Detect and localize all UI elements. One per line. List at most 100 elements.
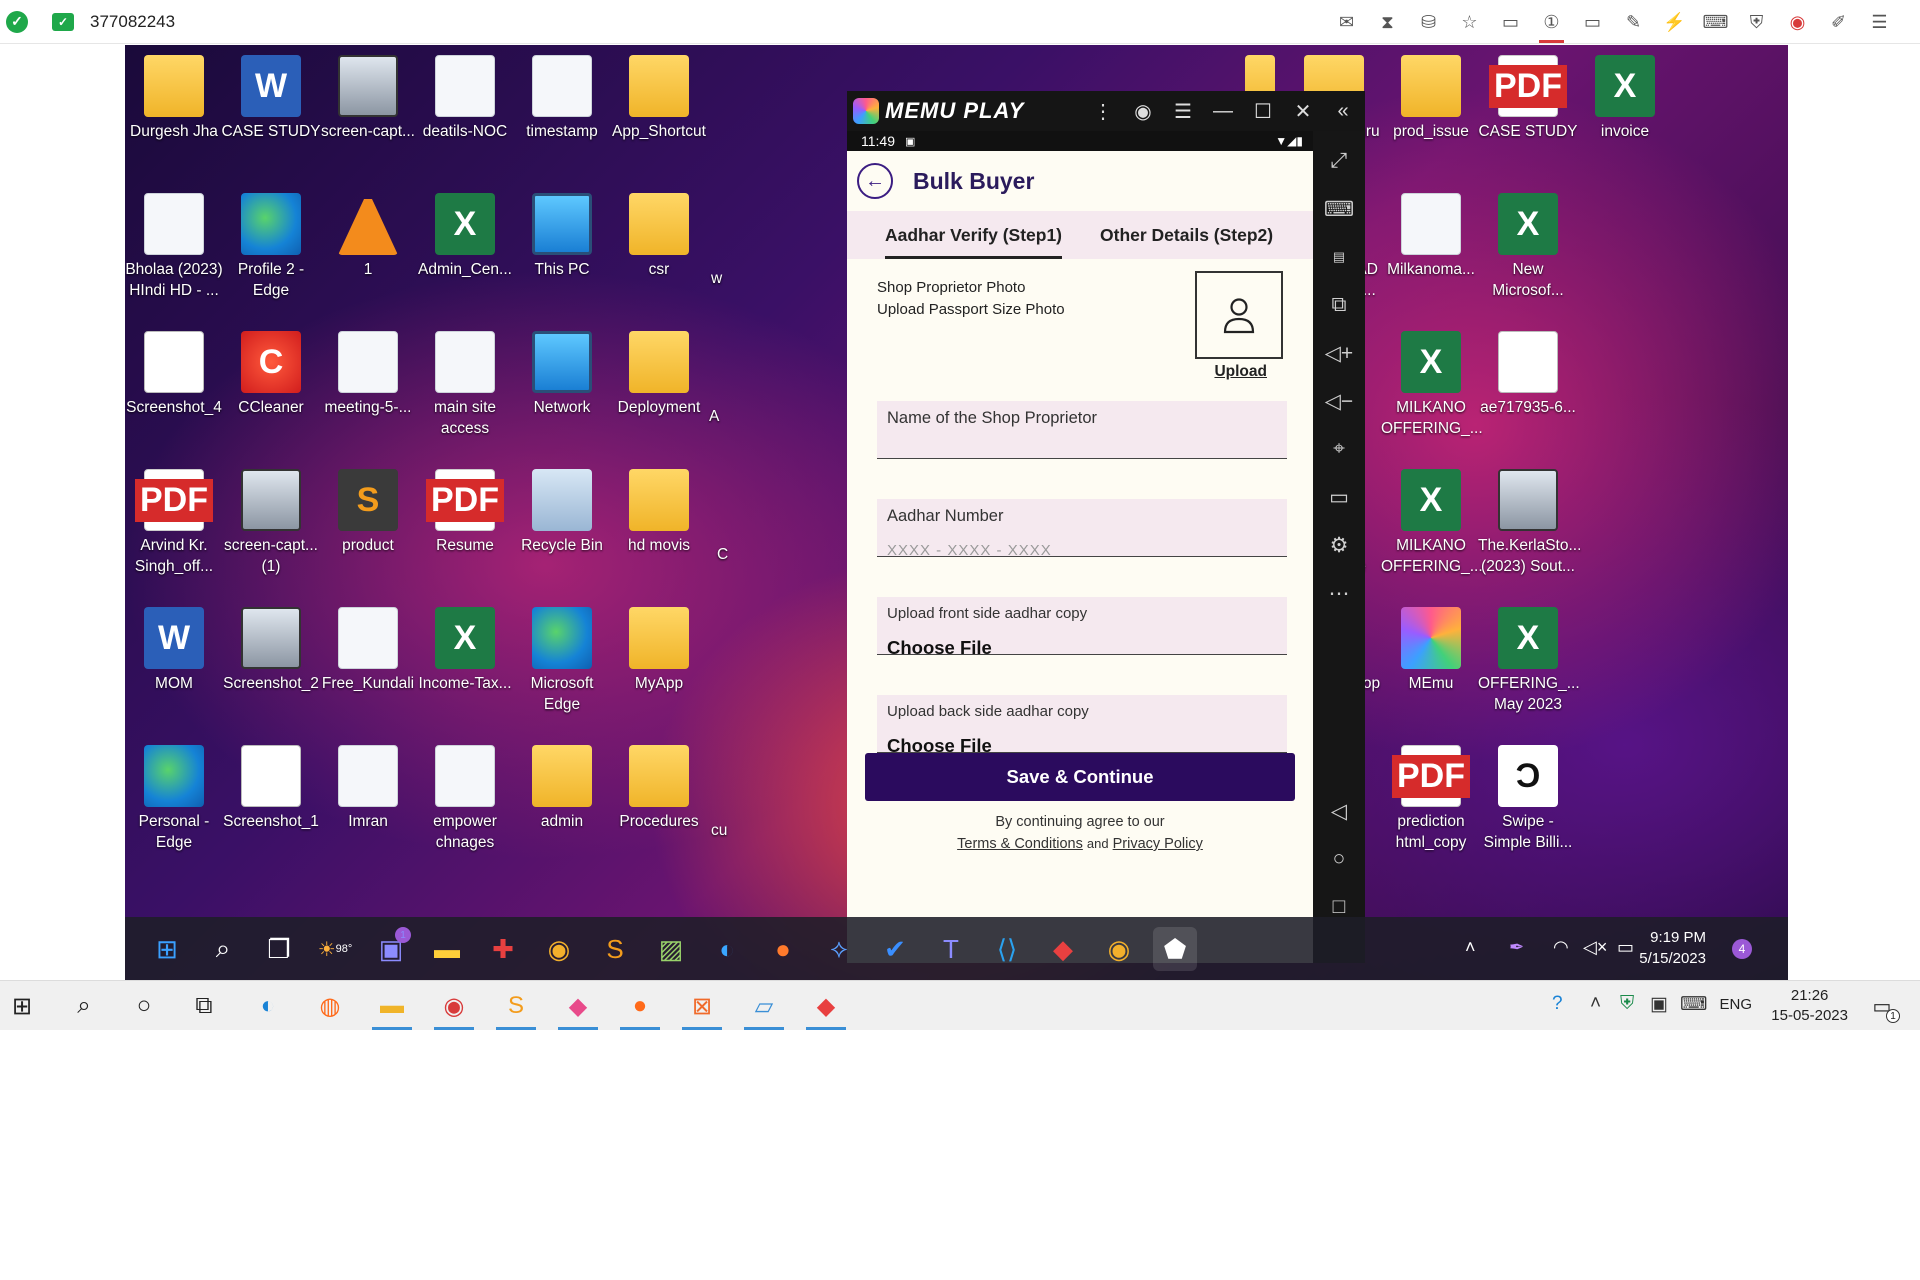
desktop-icon[interactable]: Personal - Edge (128, 745, 220, 875)
sublime-text-icon[interactable]: S (494, 985, 538, 1030)
proprietor-name-field[interactable]: Name of the Shop Proprietor (877, 401, 1287, 459)
volume-down-icon[interactable]: ◁− (1313, 381, 1365, 421)
desktop-icon[interactable]: prod_issue (1385, 55, 1477, 185)
desktop-icon[interactable]: Sproduct (322, 469, 414, 599)
desktop-icon[interactable]: screen-capt... (321, 55, 415, 185)
firefox-icon[interactable]: ◍ (308, 985, 352, 1027)
desktop-icon[interactable]: MyApp (613, 607, 705, 737)
folder-icon[interactable]: ▭ (1313, 477, 1365, 517)
desktop-icon[interactable]: hd movis (613, 469, 705, 599)
desktop-icon[interactable]: PDF CASE STUDY (1478, 55, 1578, 185)
volume-up-icon[interactable]: ◁+ (1313, 333, 1365, 373)
front-choose-file-button[interactable]: Choose File (887, 637, 992, 659)
desktop-icon[interactable]: Free_Kundali (322, 607, 414, 737)
action-center-icon[interactable]: ▭ 1 (1860, 985, 1904, 1027)
desktop-icon[interactable]: X OFFERING_... May 2023 (1478, 607, 1580, 737)
vscode-icon[interactable]: ⟨⟩ (985, 927, 1029, 971)
keyboard-icon[interactable]: ⌨ (1695, 0, 1736, 44)
desktop-icon[interactable]: deatils-NOC (419, 55, 511, 185)
battery-icon[interactable]: ▭ (1617, 937, 1634, 958)
edge-icon[interactable]: ◐ (705, 927, 749, 971)
keyboard-icon[interactable]: ⌨ (1313, 189, 1365, 229)
desktop-icon[interactable]: empower chnages (419, 745, 511, 875)
menu-icon[interactable]: ☰ (1859, 0, 1900, 44)
task-view-icon[interactable]: ❐ (257, 927, 301, 971)
desktop-icon[interactable]: meeting-5-... (322, 331, 414, 461)
desktop-icon[interactable]: Bholaa (2023) HIndi HD - ... (125, 193, 223, 323)
desktop-icon[interactable]: 1 (322, 193, 414, 323)
desktop-icon[interactable]: X Admin_Cen... (418, 193, 512, 323)
desktop-icon[interactable]: X Income-Tax... (418, 607, 512, 737)
desktop-icon[interactable]: App_Shortcut (612, 55, 706, 185)
desktop-icon[interactable]: PDF Resume (419, 469, 511, 599)
collapse-sidebar-icon[interactable]: « (1325, 91, 1361, 131)
fullscreen-icon[interactable]: ⤢ (1313, 141, 1365, 181)
database-icon[interactable]: ⛁ (1408, 0, 1449, 44)
todo-icon[interactable]: ✔ (873, 927, 917, 971)
settings-gear-icon[interactable]: ⚙ (1313, 525, 1365, 565)
windows-start-icon[interactable]: ⊞ (0, 985, 44, 1027)
search-icon[interactable]: ⌕ (62, 985, 106, 1027)
notification-badge[interactable]: 4 (1732, 939, 1752, 959)
mute-icon[interactable]: ◁× (1583, 937, 1607, 958)
chrome-profile-icon[interactable]: ◉ (1097, 927, 1141, 971)
shield-icon[interactable]: ⛨ (1736, 0, 1777, 44)
notepad-icon[interactable]: ▱ (742, 985, 786, 1030)
display-icon[interactable]: ▭ (1572, 0, 1613, 44)
task-view-icon[interactable]: ⧉ (182, 985, 226, 1027)
network-icon[interactable]: ▣ (1650, 993, 1668, 1016)
monitor-check-icon[interactable]: ✓ (52, 12, 74, 31)
desktop-icon[interactable]: Durgesh Jha (128, 55, 220, 185)
maximize-icon[interactable]: ☐ (1245, 91, 1281, 131)
edge-icon[interactable]: ◐ (246, 985, 290, 1027)
desktop-icon[interactable]: main site access (419, 331, 511, 461)
monitor-1-icon[interactable]: ① (1531, 0, 1572, 44)
file-icon[interactable]: ▭ (1490, 0, 1531, 44)
anydesk-icon[interactable]: ◆ (1041, 927, 1085, 971)
android-home-icon[interactable]: ○ (1313, 839, 1365, 879)
xampp-icon[interactable]: ⊠ (680, 985, 724, 1030)
star-icon[interactable]: ☆ (1449, 0, 1490, 44)
desktop-icon[interactable]: timestamp (516, 55, 608, 185)
desktop-icon[interactable]: Imran (322, 745, 414, 875)
tab-aadhar-verify[interactable]: Aadhar Verify (Step1) (885, 211, 1062, 259)
desktop-icon[interactable]: admin (516, 745, 608, 875)
close-icon[interactable]: ✕ (1285, 91, 1321, 131)
file-explorer-icon[interactable]: ▬ (370, 985, 414, 1030)
chrome-icon[interactable]: ◉ (537, 927, 581, 971)
desktop-icon[interactable]: PDF prediction html_copy (1385, 745, 1477, 875)
cortana-icon[interactable]: ○ (122, 985, 166, 1027)
tab-other-details[interactable]: Other Details (Step2) (1100, 211, 1273, 259)
hourglass-icon[interactable]: ⧗ (1367, 0, 1408, 44)
desktop-icon[interactable]: Procedures (613, 745, 705, 875)
help-icon[interactable]: ? (1552, 993, 1563, 1015)
multi-instance-icon[interactable]: ⧉ (1313, 285, 1365, 325)
file-explorer-icon[interactable]: ▬ (425, 927, 469, 971)
local-clock[interactable]: 21:26 15-05-2023 (1771, 986, 1848, 1026)
desktop-icon[interactable]: Profile 2 - Edge (225, 193, 317, 323)
terms-link[interactable]: Terms & Conditions (957, 836, 1083, 852)
save-continue-button[interactable]: Save & Continue (865, 753, 1295, 801)
desktop-icon[interactable]: This PC (516, 193, 608, 323)
bolt-icon[interactable]: ⚡ (1654, 0, 1695, 44)
desktop-icon[interactable]: screen-capt... (1) (224, 469, 318, 599)
memu-taskbar-icon[interactable]: ⬟ (1153, 927, 1197, 971)
desktop-icon[interactable]: W CASE STUDY (221, 55, 321, 185)
desktop-icon[interactable]: PDF Arvind Kr. Singh_off... (128, 469, 220, 599)
git-tool-icon[interactable]: ◆ (556, 985, 600, 1030)
desktop-icon[interactable]: X MILKANO OFFERING_... (1381, 331, 1483, 461)
desktop-icon[interactable]: X New Microsof... (1482, 193, 1574, 323)
windows-start-icon[interactable]: ⊞ (145, 927, 189, 971)
record-icon[interactable]: ◉ (1777, 0, 1818, 44)
desktop-icon[interactable]: Screenshot_2 (223, 607, 319, 737)
wifi-icon[interactable]: ◠ (1553, 937, 1569, 958)
desktop-icon[interactable]: MEmu (1385, 607, 1477, 737)
image-viewer-icon[interactable]: ▨ (649, 927, 693, 971)
desktop-icon[interactable]: Screenshot_1 (223, 745, 319, 875)
desktop-icon[interactable]: Microsoft Edge (516, 607, 608, 737)
pen-icon[interactable]: ✐ (1818, 0, 1859, 44)
postman-icon[interactable]: ● (761, 927, 805, 971)
anydesk-icon[interactable]: ◆ (804, 985, 848, 1030)
weather-icon[interactable]: ☀ 98° (313, 927, 357, 971)
desktop-icon[interactable]: Network (516, 331, 608, 461)
